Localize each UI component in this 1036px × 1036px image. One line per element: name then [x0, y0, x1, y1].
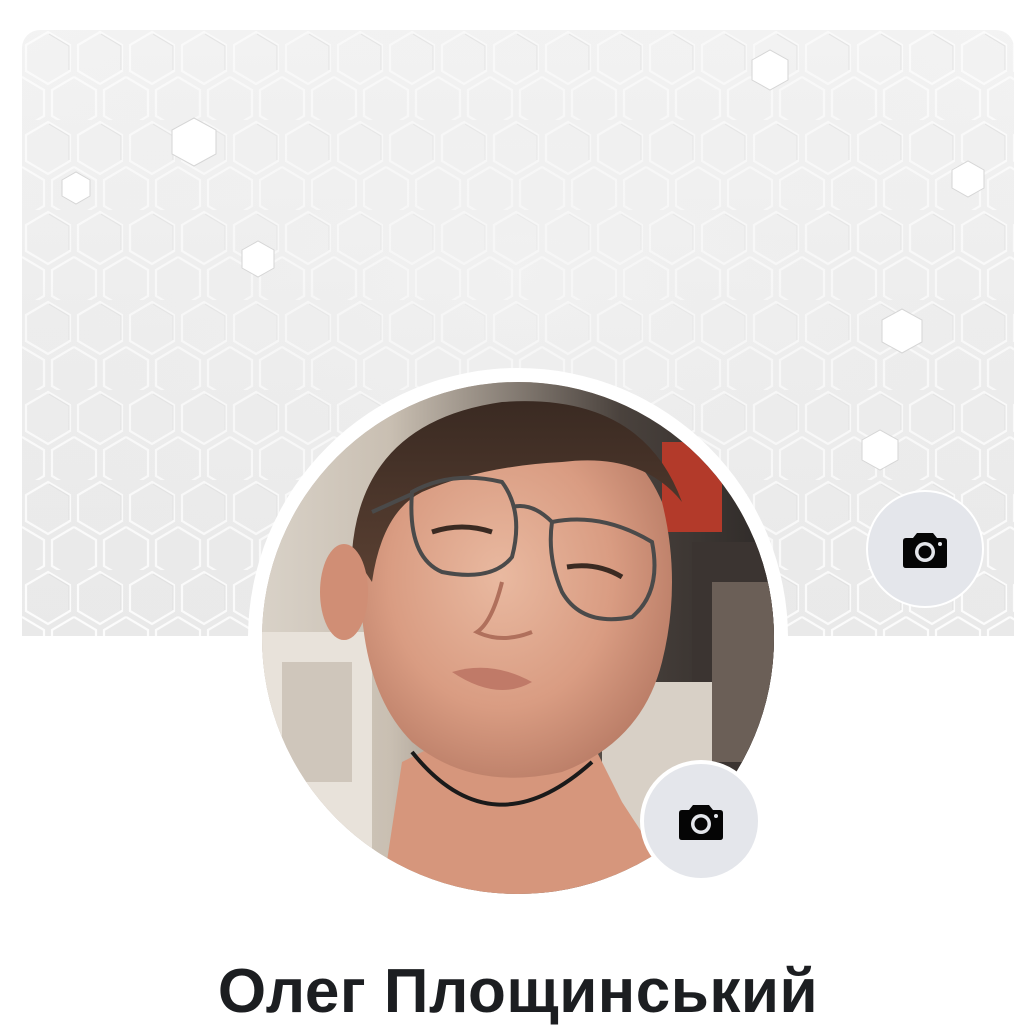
edit-cover-photo-button[interactable] [866, 490, 984, 608]
profile-header: Олег Площинський [0, 0, 1036, 1036]
profile-name: Олег Площинський [217, 957, 819, 1026]
camera-icon [903, 533, 947, 568]
camera-icon [679, 805, 723, 840]
edit-profile-picture-button[interactable] [640, 760, 762, 882]
